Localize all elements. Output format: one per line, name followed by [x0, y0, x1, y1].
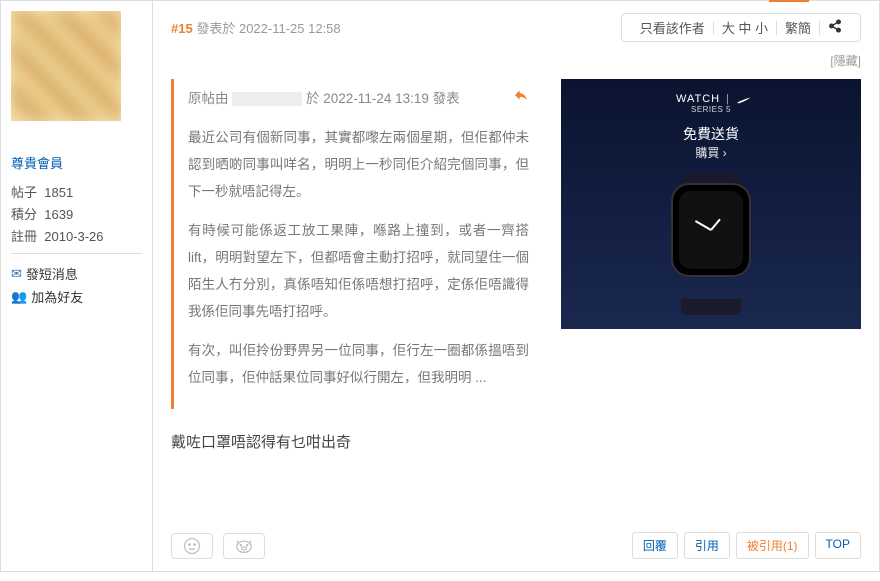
react-happy-button[interactable] [171, 533, 213, 559]
reply-icon[interactable] [513, 85, 529, 112]
send-pm-button[interactable]: ✉ 發短消息 [11, 262, 142, 285]
mail-icon: ✉ [11, 266, 22, 282]
friend-icon: 👥 [11, 289, 27, 305]
quote-block: 原帖由 於 2022-11-24 13:19 發表 最近公司有個新同事，其實都嚟… [171, 79, 543, 409]
ad-buy-link[interactable]: 購買 › [695, 144, 726, 161]
ad-banner[interactable]: WATCH | SERIES 5 免費送貨 購買 › [561, 79, 861, 452]
top-button[interactable]: TOP [815, 532, 861, 559]
reply-text: 戴咗口罩唔認得有乜咁出奇 [171, 431, 543, 452]
font-size-toggle[interactable]: 大 中 小 [714, 18, 776, 37]
avatar[interactable] [11, 11, 121, 121]
stat-registered: 註冊 2010-3-26 [11, 226, 142, 245]
post-number[interactable]: #15 [171, 21, 193, 36]
user-sidebar: 尊貴會員 帖子 1851 積分 1639 註冊 2010-3-26 ✉ 發短消息… [1, 1, 153, 571]
post-main: #15 發表於 2022-11-25 12:58 只看該作者 大 中 小 繁簡 … [153, 1, 879, 571]
add-friend-button[interactable]: 👥 加為好友 [11, 285, 142, 308]
hidden-label: [隱藏] [171, 52, 861, 69]
reply-button[interactable]: 回覆 [632, 532, 678, 559]
stat-points: 積分 1639 [11, 204, 142, 223]
quote-paragraph: 最近公司有個新同事，其實都嚟左兩個星期，但佢都仲未認到晒啲同事叫咩名，明明上一秒… [188, 124, 529, 205]
only-author-button[interactable]: 只看該作者 [632, 18, 713, 37]
cited-button[interactable]: 被引用(1) [736, 532, 809, 559]
quote-button[interactable]: 引用 [684, 532, 730, 559]
quote-paragraph: 有時候可能係返工放工果陣，喺路上撞到，或者一齊搭lift，明明對望左下，但都唔會… [188, 217, 529, 325]
add-friend-label: 加為好友 [31, 287, 83, 306]
send-pm-label: 發短消息 [26, 264, 78, 283]
post-header-actions: 只看該作者 大 中 小 繁簡 [621, 13, 861, 42]
trad-simp-toggle[interactable]: 繁簡 [777, 18, 819, 37]
ad-cta-text: 免費送貨 [683, 124, 739, 144]
post-footer: 回覆 引用 被引用(1) TOP [171, 522, 861, 559]
post-meta: #15 發表於 2022-11-25 12:58 [171, 18, 341, 37]
react-pig-button[interactable] [223, 533, 265, 559]
nike-swoosh-icon [736, 95, 752, 103]
ad-series: SERIES 5 [691, 105, 731, 114]
quote-meta: 原帖由 於 2022-11-24 13:19 發表 [188, 85, 529, 112]
member-rank: 尊貴會員 [11, 129, 142, 172]
watch-image [651, 173, 771, 315]
accent-bar [769, 0, 809, 2]
share-icon[interactable] [820, 19, 850, 36]
stat-posts: 帖子 1851 [11, 182, 142, 201]
quoted-user-redacted [232, 92, 302, 106]
quote-paragraph: 有次，叫佢拎份野畀另一位同事，佢行左一圈都係搵唔到位同事，佢仲話果位同事好似行開… [188, 337, 529, 391]
